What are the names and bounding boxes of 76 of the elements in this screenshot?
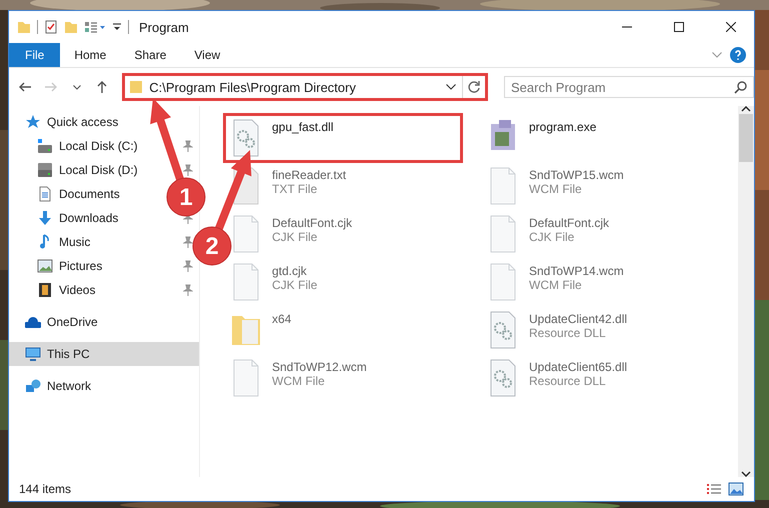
close-icon[interactable] (726, 22, 736, 32)
file-type: CJK File (529, 230, 576, 244)
sidebar-item[interactable]: Quick access (47, 115, 118, 129)
sidebar-item[interactable]: Local Disk (D:) (59, 163, 138, 177)
cloud-icon (25, 314, 41, 330)
file-name[interactable]: UpdateClient42.dll (529, 312, 628, 326)
pin-icon[interactable] (183, 164, 193, 176)
file-type: WCM File (529, 182, 583, 196)
ribbon-tab[interactable]: File (9, 43, 60, 67)
file-name[interactable]: UpdateClient65.dll (529, 360, 628, 374)
window-title: Program (139, 20, 190, 34)
file-name[interactable]: SndToWP15.wcm (529, 168, 624, 182)
sidebar-item[interactable]: Music (59, 235, 90, 249)
scroll-thumb[interactable] (739, 114, 753, 162)
file-type: Resource DLL (529, 374, 607, 388)
file-type: WCM File (529, 278, 583, 292)
file-name[interactable]: program.exe (529, 120, 596, 134)
monitor-icon (25, 346, 41, 362)
view-options-icon[interactable] (84, 20, 106, 34)
item-count: 144 items (19, 482, 72, 496)
file-type: WCM File (272, 374, 326, 388)
file-name[interactable]: x64 (272, 312, 292, 326)
file-name[interactable]: DefaultFont.cjk (529, 216, 610, 230)
pin-icon[interactable] (183, 236, 193, 248)
search-field[interactable]: Search Program (504, 76, 754, 98)
file-name[interactable]: fineReader.txt (272, 168, 346, 182)
search-icon[interactable] (734, 80, 748, 94)
sidebar-item[interactable]: Network (47, 379, 92, 393)
dropdown-icon[interactable] (446, 84, 456, 90)
minimize-icon[interactable] (622, 26, 632, 28)
sidebar-item[interactable]: This PC (47, 347, 90, 361)
details-view-icon[interactable] (706, 483, 722, 495)
ribbon-tab[interactable]: View (180, 43, 234, 67)
file-name[interactable]: SndToWP14.wcm (529, 264, 624, 278)
callout-badge: 1 (166, 178, 206, 216)
sidebar-item[interactable]: Pictures (59, 259, 102, 273)
pin-icon[interactable] (183, 140, 193, 152)
back-icon[interactable] (18, 82, 31, 92)
large-icons-view-icon[interactable] (728, 482, 744, 496)
document-icon (37, 186, 53, 202)
network-icon (25, 378, 41, 394)
ribbon-tab[interactable]: Share (120, 43, 180, 67)
pin-icon[interactable] (183, 260, 193, 272)
address-path: C:\Program Files\Program Directory (149, 80, 357, 94)
file-name[interactable]: DefaultFont.cjk (272, 216, 352, 230)
up-icon[interactable] (97, 81, 108, 93)
refresh-icon[interactable] (466, 80, 481, 94)
picture-icon (37, 258, 53, 274)
maximize-icon[interactable] (674, 22, 684, 32)
scroll-up-icon[interactable] (741, 106, 751, 112)
scroll-down-icon[interactable] (741, 471, 751, 477)
drive-icon (37, 138, 53, 154)
sidebar-item[interactable]: OneDrive (47, 315, 98, 329)
sidebar-item[interactable]: Downloads (59, 211, 118, 225)
file-type: TXT File (272, 182, 318, 196)
file-type: CJK File (272, 230, 318, 244)
folder-icon (129, 80, 144, 94)
help-icon[interactable] (730, 47, 746, 63)
address-bar[interactable]: C:\Program Files\Program Directory (122, 73, 488, 101)
sidebar-item[interactable]: Videos (59, 283, 96, 297)
film-icon (37, 282, 53, 298)
file-name[interactable]: gpu_fast.dll (272, 120, 334, 134)
star-icon (25, 114, 41, 130)
sidebar-item[interactable]: Documents (59, 187, 120, 201)
ribbon-tab[interactable]: Home (60, 43, 120, 67)
file-type: CJK File (272, 278, 318, 292)
file-type: Resource DLL (529, 326, 607, 340)
pin-icon[interactable] (183, 284, 193, 296)
callout-badge: 2 (192, 226, 232, 266)
properties-icon[interactable] (44, 20, 58, 34)
drive-icon (37, 162, 53, 178)
file-name[interactable]: gtd.cjk (272, 264, 318, 278)
sidebar-item[interactable]: Local Disk (C:) (59, 139, 138, 153)
down-arrow-icon (37, 210, 53, 226)
file-name[interactable]: SndToWP12.wcm (272, 360, 367, 374)
chevron-icon[interactable] (72, 84, 81, 90)
